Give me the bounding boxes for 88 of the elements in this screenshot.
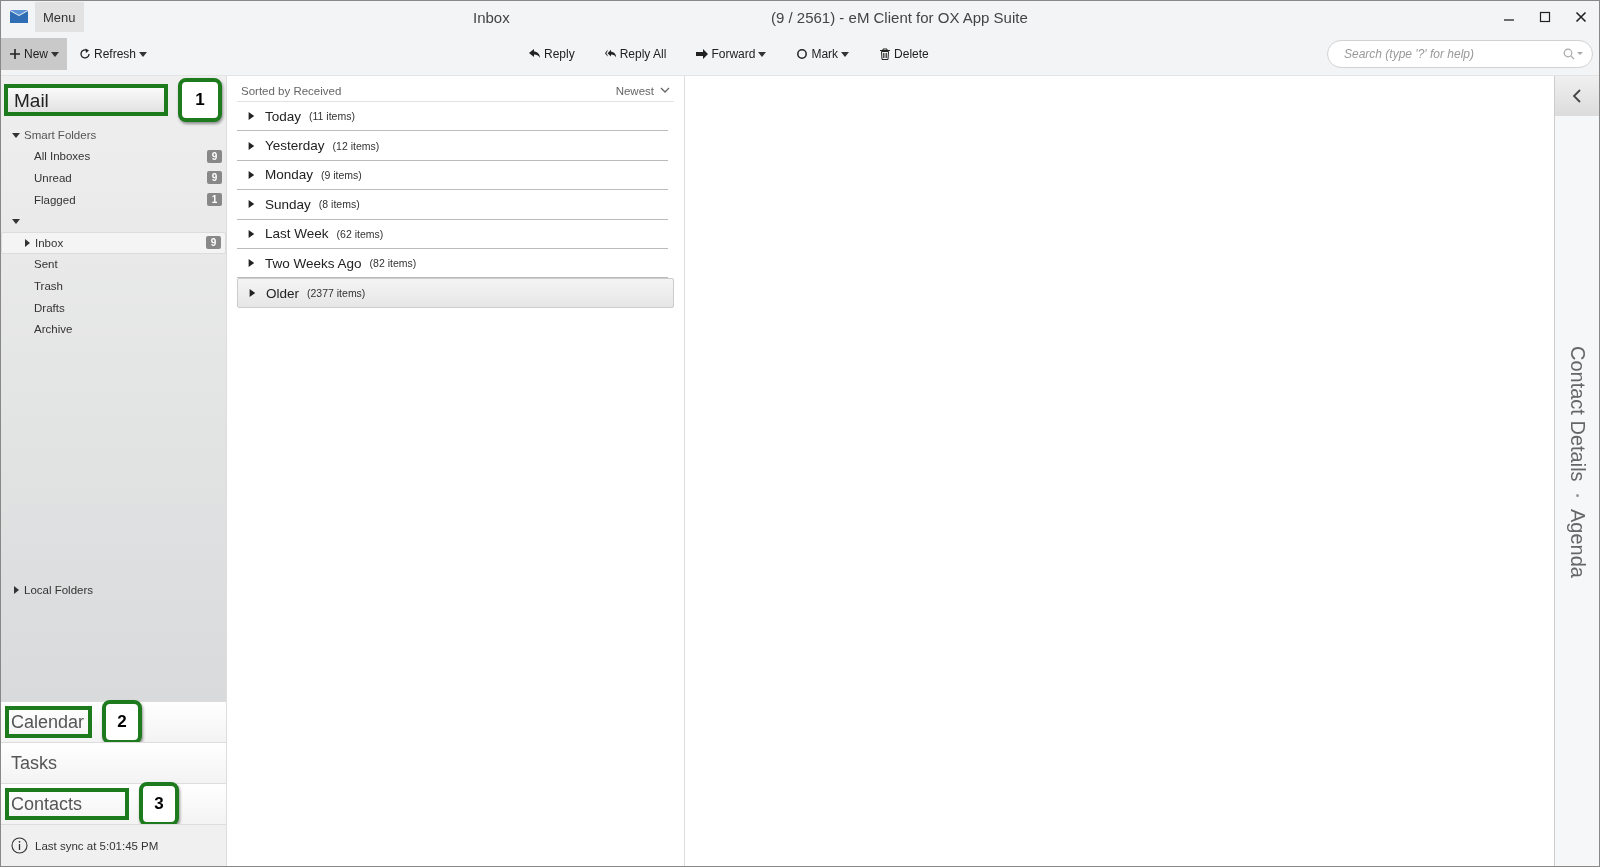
maximize-icon[interactable] — [1539, 11, 1551, 23]
triangle-right-icon — [247, 259, 255, 268]
message-group[interactable]: Yesterday (12 items) — [237, 131, 668, 161]
chevron-down-icon — [660, 87, 670, 94]
group-count: (82 items) — [369, 257, 417, 270]
folder-label: Archive — [34, 323, 74, 336]
count-badge: 9 — [207, 149, 222, 163]
triangle-right-icon — [248, 289, 256, 298]
folder-label: Drafts — [34, 301, 66, 314]
right-arrow-icon — [696, 48, 709, 60]
folder-item[interactable]: Drafts — [1, 296, 226, 319]
group-label: Two Weeks Ago — [265, 255, 362, 271]
count-badge: 9 — [206, 236, 221, 250]
folder-item[interactable]: Inbox 9 — [1, 231, 226, 254]
triangle-right-icon — [247, 229, 255, 238]
group-label: Today — [265, 108, 302, 124]
group-count: (8 items) — [318, 198, 360, 211]
folder-item[interactable]: Smart Folders — [1, 124, 226, 146]
reply-all-icon — [604, 48, 617, 60]
folder-label: Trash — [34, 279, 64, 292]
group-count: (12 items) — [332, 139, 380, 152]
nav-item[interactable]: Calendar — [5, 706, 93, 738]
search-field[interactable]: Search (type '?' for help) — [1327, 40, 1593, 68]
count-badge: 9 — [207, 171, 222, 185]
mail-header[interactable]: Mail — [4, 84, 169, 116]
folder-item[interactable]: All Inboxes 9 — [1, 145, 226, 168]
plus-icon — [9, 48, 21, 60]
reply-all-button[interactable]: Reply All — [596, 38, 675, 70]
side-tab[interactable]: Agenda — [1565, 508, 1589, 578]
search-icon — [1563, 48, 1583, 60]
group-label: Older — [266, 285, 299, 301]
circle-icon — [796, 48, 809, 60]
delete-button[interactable]: Delete — [871, 38, 937, 70]
count-badge: 1 — [207, 193, 222, 207]
folder-item[interactable]: Archive — [1, 318, 226, 340]
folder-label: Unread — [34, 172, 73, 184]
group-label: Sunday — [265, 196, 311, 212]
group-count: (2377 items) — [307, 287, 366, 300]
folder-item[interactable]: Sent — [1, 253, 226, 276]
triangle-right-icon — [247, 170, 255, 179]
folder-item[interactable]: Trash — [1, 275, 226, 297]
message-group[interactable]: Monday (9 items) — [237, 160, 668, 191]
forward-button[interactable]: Forward — [688, 38, 775, 70]
sync-status: Last sync at 5:01:45 PM — [35, 839, 159, 852]
nav-item[interactable]: Contacts — [5, 788, 129, 820]
group-label: Yesterday — [265, 138, 325, 154]
mark-button[interactable]: Mark — [788, 38, 858, 70]
folder-label: Smart Folders — [24, 128, 98, 141]
refresh-button[interactable]: Refresh — [71, 38, 156, 70]
group-label: Last Week — [265, 226, 329, 242]
folder-item[interactable]: Flagged 1 — [1, 188, 226, 211]
group-count: (62 items) — [336, 227, 384, 240]
folder-item[interactable]: Local Folders — [1, 579, 226, 601]
reply-icon — [529, 48, 541, 60]
triangle-right-icon — [247, 112, 255, 121]
refresh-icon — [79, 48, 91, 60]
message-group[interactable]: Last Week (62 items) — [237, 219, 668, 249]
triangle-right-icon — [247, 200, 255, 209]
folder-label: Local Folders — [24, 584, 95, 597]
folder-label: Inbox — [35, 236, 65, 249]
close-icon[interactable] — [1575, 11, 1587, 23]
sort-order-button[interactable]: Newest — [615, 84, 670, 97]
folder-label: All Inboxes — [34, 150, 92, 163]
window-title: Inbox — [473, 9, 510, 26]
group-label: Monday — [265, 167, 314, 183]
reply-button[interactable]: Reply — [521, 38, 583, 70]
message-group[interactable]: Sunday (8 items) — [237, 190, 668, 220]
envelope-icon — [9, 9, 29, 25]
separator-dot — [1575, 493, 1579, 497]
info-icon — [11, 837, 28, 854]
new-button[interactable]: New — [1, 38, 67, 70]
callout-badge: 1 — [178, 78, 222, 122]
group-count: (11 items) — [309, 110, 355, 123]
triangle-right-icon — [247, 141, 255, 150]
callout-badge: 2 — [102, 700, 143, 744]
message-group[interactable]: Today (11 items) — [237, 102, 668, 132]
message-group[interactable]: Older (2377 items) — [237, 278, 674, 308]
folder-item[interactable]: Unread 9 — [1, 167, 226, 189]
group-count: (9 items) — [321, 168, 362, 181]
callout-badge: 3 — [139, 782, 179, 826]
app-title: (9 / 2561) - eM Client for OX App Suite — [771, 9, 1028, 26]
sort-label: Sorted by Received — [241, 84, 342, 97]
side-tab[interactable]: Contact Details — [1565, 346, 1589, 482]
trash-icon — [879, 48, 892, 60]
folder-label: Flagged — [34, 193, 77, 206]
chevron-left-icon — [1572, 89, 1582, 103]
folder-label: Sent — [34, 258, 59, 271]
menu-button[interactable]: Menu — [35, 2, 84, 32]
